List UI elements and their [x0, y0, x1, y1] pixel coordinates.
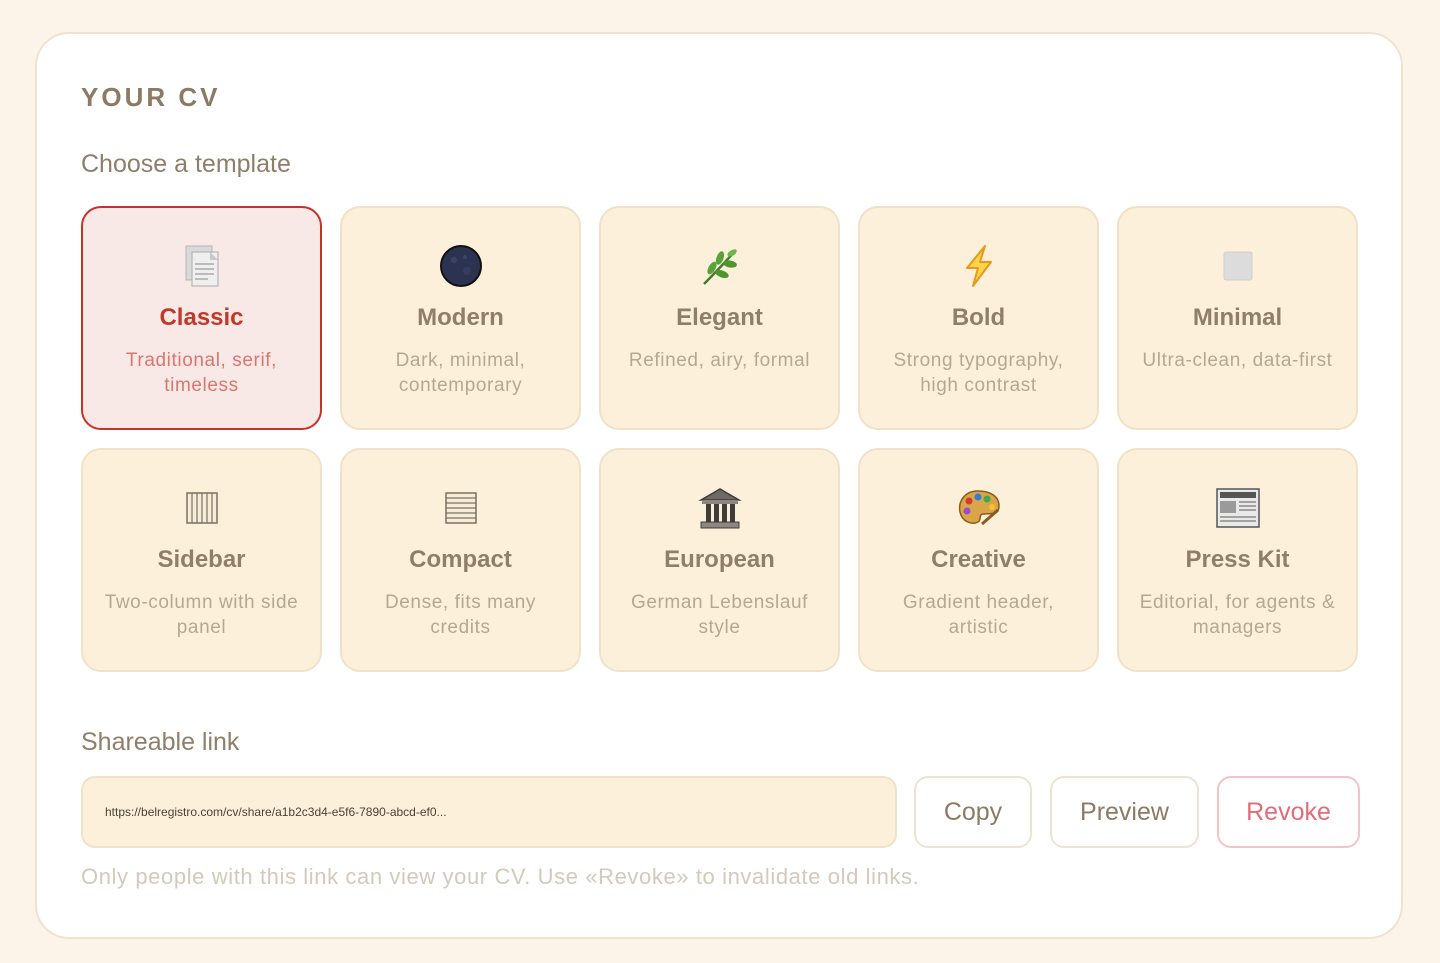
template-desc: Dense, fits many credits	[384, 592, 537, 638]
template-name: Bold	[951, 304, 1006, 331]
new-moon-icon	[437, 242, 485, 290]
square-icon	[1214, 242, 1262, 290]
template-name: Minimal	[1192, 304, 1283, 331]
herb-icon	[696, 242, 744, 290]
template-desc: Refined, airy, formal	[628, 350, 811, 371]
template-card-compact[interactable]: Compact Dense, fits many credits	[340, 448, 581, 672]
preview-button[interactable]: Preview	[1050, 776, 1199, 848]
template-card-classic[interactable]: Classic Traditional, serif, timeless	[81, 206, 322, 430]
template-name: Sidebar	[157, 546, 246, 573]
template-name: Press Kit	[1185, 546, 1290, 573]
revoke-button[interactable]: Revoke	[1217, 776, 1360, 848]
template-name: European	[664, 546, 775, 573]
template-card-sidebar[interactable]: Sidebar Two-column with side panel	[81, 448, 322, 672]
template-desc: Editorial, for agents & managers	[1139, 592, 1336, 638]
section-title: YOUR CV	[81, 82, 221, 112]
template-card-elegant[interactable]: Elegant Refined, airy, formal	[599, 206, 840, 430]
lightning-icon	[955, 242, 1003, 290]
template-desc: Gradient header, artistic	[902, 592, 1055, 638]
rows-icon	[437, 484, 485, 532]
copy-button[interactable]: Copy	[914, 776, 1032, 848]
template-desc: Strong typography, high contrast	[893, 350, 1064, 396]
template-name: Classic	[159, 304, 244, 331]
template-name: Modern	[417, 304, 504, 331]
template-name: Elegant	[676, 304, 763, 331]
columns-icon	[178, 484, 226, 532]
template-desc: Traditional, serif, timeless	[125, 350, 278, 396]
template-desc: German Lebenslauf style	[630, 592, 809, 638]
share-link-field[interactable]: https://belregistro.com/cv/share/a1b2c3d…	[81, 776, 897, 848]
template-desc: Dark, minimal, contemporary	[395, 350, 526, 396]
share-note: Only people with this link can view your…	[81, 864, 920, 889]
newspaper-icon	[1214, 484, 1262, 532]
template-grid: Classic Traditional, serif, timeless Mod…	[81, 206, 1358, 672]
template-card-european[interactable]: European German Lebenslauf style	[599, 448, 840, 672]
cv-settings-card: YOUR CV Choose a template Classic Tradit…	[35, 32, 1403, 939]
template-card-minimal[interactable]: Minimal Ultra-clean, data-first	[1117, 206, 1358, 430]
template-desc: Ultra-clean, data-first	[1142, 350, 1333, 371]
template-desc: Two-column with side panel	[104, 592, 299, 638]
templates-heading: Choose a template	[81, 150, 291, 178]
template-name: Compact	[409, 546, 512, 573]
classical-building-icon	[696, 484, 744, 532]
template-card-press-kit[interactable]: Press Kit Editorial, for agents & manage…	[1117, 448, 1358, 672]
template-card-modern[interactable]: Modern Dark, minimal, contemporary	[340, 206, 581, 430]
share-heading: Shareable link	[81, 728, 240, 756]
template-name: Creative	[931, 546, 1026, 573]
template-card-bold[interactable]: Bold Strong typography, high contrast	[858, 206, 1099, 430]
page-icon	[178, 242, 226, 290]
template-card-creative[interactable]: Creative Gradient header, artistic	[858, 448, 1099, 672]
palette-icon	[955, 484, 1003, 532]
